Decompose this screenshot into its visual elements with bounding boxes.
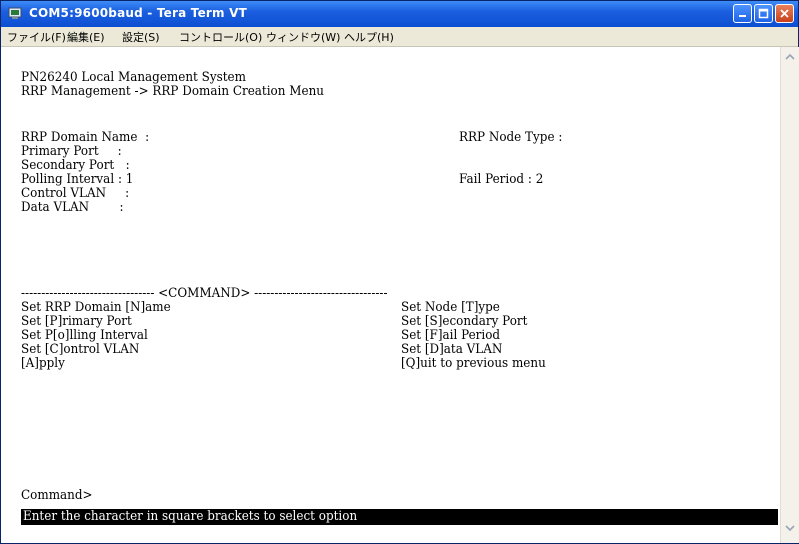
vertical-scrollbar[interactable]	[780, 47, 799, 543]
tera-term-app-icon[interactable]	[8, 6, 23, 21]
command-divider: --------------------------------- <COMMA…	[21, 286, 388, 301]
menu-breadcrumb: RRP Management -> RRP Domain Creation Me…	[21, 84, 324, 99]
command-apply: [A]pply	[21, 356, 65, 371]
command-set-secondary-port: Set [S]econdary Port	[401, 314, 528, 329]
terminal-screen[interactable]: PN26240 Local Management System RRP Mana…	[1, 47, 780, 543]
command-set-node-type: Set Node [T]ype	[401, 300, 500, 315]
status-message: Enter the character in square brackets t…	[23, 509, 358, 524]
menu-edit[interactable]: 編集(E)	[67, 29, 105, 45]
polling-interval-field: Polling Interval : 1	[21, 172, 134, 187]
menu-control[interactable]: コントロール(O)	[179, 29, 262, 45]
close-button[interactable]	[775, 4, 794, 23]
fail-period-field: Fail Period : 2	[459, 172, 544, 187]
command-set-fail-period: Set [F]ail Period	[401, 328, 501, 343]
maximize-icon	[758, 8, 769, 19]
minimize-button[interactable]	[733, 4, 752, 23]
menu-help[interactable]: ヘルプ(H)	[344, 29, 394, 45]
command-quit: [Q]uit to previous menu	[401, 356, 546, 371]
title-bar[interactable]: COM5:9600baud - Tera Term VT	[1, 1, 798, 27]
terminal-window: COM5:9600baud - Tera Term VT ファイル(F) 編集(…	[0, 0, 799, 544]
scroll-up-arrow-icon[interactable]	[785, 53, 795, 60]
close-icon	[780, 9, 789, 18]
menu-window[interactable]: ウィンドウ(W)	[266, 29, 340, 45]
rrp-node-type-field: RRP Node Type :	[459, 130, 563, 145]
command-set-control-vlan: Set [C]ontrol VLAN	[21, 342, 140, 357]
data-vlan-field: Data VLAN :	[21, 200, 124, 215]
secondary-port-field: Secondary Port :	[21, 158, 130, 173]
rrp-domain-name-field: RRP Domain Name :	[21, 130, 150, 145]
menu-file[interactable]: ファイル(F)	[7, 29, 66, 45]
system-title: PN26240 Local Management System	[21, 70, 246, 85]
command-set-polling-interval: Set P[o]lling Interval	[21, 328, 148, 343]
primary-port-field: Primary Port :	[21, 144, 122, 159]
command-set-domain-name: Set RRP Domain [N]ame	[21, 300, 171, 315]
command-prompt[interactable]: Command>	[21, 489, 93, 503]
window-title: COM5:9600baud - Tera Term VT	[29, 6, 247, 20]
control-vlan-field: Control VLAN :	[21, 186, 130, 201]
scroll-down-arrow-icon[interactable]	[785, 525, 795, 532]
menu-settings[interactable]: 設定(S)	[122, 29, 160, 45]
minimize-icon	[739, 15, 746, 17]
menu-bar: ファイル(F) 編集(E) 設定(S) コントロール(O) ウィンドウ(W) ヘ…	[1, 27, 798, 47]
command-set-primary-port: Set [P]rimary Port	[21, 314, 132, 329]
maximize-button[interactable]	[754, 4, 773, 23]
command-set-data-vlan: Set [D]ata VLAN	[401, 342, 503, 357]
